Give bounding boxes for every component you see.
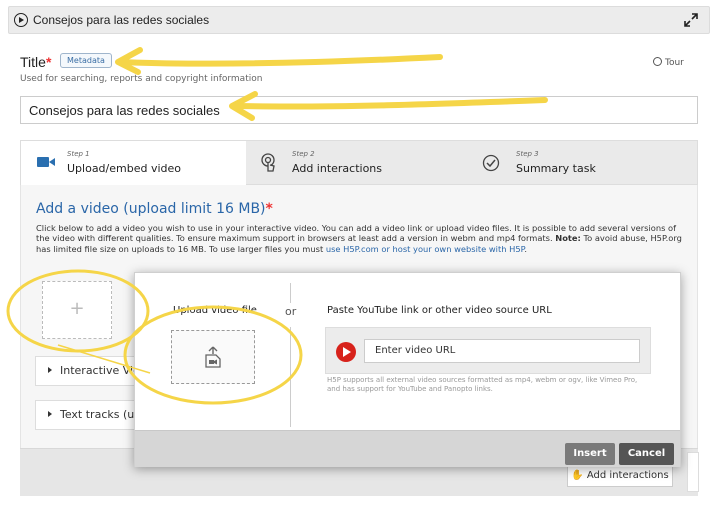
annotation-arrow-metadata — [119, 54, 443, 67]
play-circle-icon — [14, 13, 28, 27]
note-label: Note: — [555, 233, 581, 244]
dialog-footer: Insert Cancel — [135, 430, 680, 467]
tab-label: Upload/embed video — [67, 162, 182, 175]
add-video-heading-text: Add a video (upload limit 16 MB) — [36, 201, 266, 217]
title-input[interactable]: Consejos para las redes sociales — [20, 96, 698, 124]
or-label: or — [285, 305, 297, 318]
tour-icon — [653, 57, 662, 66]
tab-summary-task[interactable]: Step 3 Summary task — [472, 141, 699, 185]
video-url-container: Enter video URL — [325, 327, 651, 374]
add-video-dialog: Upload video file or Paste YouTube link … — [134, 272, 681, 467]
insert-button[interactable]: Insert — [565, 443, 615, 465]
upload-video-label: Upload video file — [173, 305, 257, 316]
paste-url-label: Paste YouTube link or other video source… — [327, 305, 552, 316]
tab-label: Add interactions — [292, 162, 383, 175]
video-camera-icon — [37, 157, 55, 167]
accordion-interactive-video[interactable]: Interactive Video — [35, 356, 150, 386]
note-end: . — [524, 243, 528, 254]
metadata-button[interactable]: Metadata — [60, 53, 112, 68]
add-interactions-button[interactable]: ✋ Add interactions — [567, 465, 673, 487]
h5p-com-link[interactable]: use H5P.com or host your own website wit… — [326, 244, 525, 254]
cancel-button[interactable]: Cancel — [619, 443, 674, 465]
tab-step-number: Step 1 — [67, 150, 90, 158]
tab-step-number: Step 2 — [292, 150, 315, 158]
add-interactions-label: Add interactions — [586, 470, 669, 481]
upload-video-file-button[interactable] — [171, 330, 255, 384]
fullscreen-icon[interactable] — [683, 12, 699, 28]
tab-step-number: Step 3 — [516, 150, 539, 158]
step-tabs: Step 1 Upload/embed video Step 2 Add int… — [20, 140, 699, 186]
tab-add-interactions[interactable]: Step 2 Add interactions — [246, 141, 472, 185]
required-mark: * — [45, 54, 52, 70]
annotation-arrowhead-metadata — [115, 47, 143, 75]
youtube-icon — [336, 342, 356, 362]
touch-icon: ✋ — [571, 470, 587, 481]
content-title: Consejos para las redes sociales — [33, 13, 210, 27]
check-circle-icon — [482, 154, 500, 172]
divider — [290, 327, 291, 427]
title-label-text: Title — [20, 54, 46, 70]
tab-label: Summary task — [516, 162, 596, 175]
divider — [290, 283, 291, 303]
panel-edge — [687, 452, 699, 492]
chevron-right-icon — [48, 367, 52, 373]
touch-icon — [261, 153, 275, 172]
title-label: Title* — [20, 54, 51, 70]
tour-link[interactable]: Tour — [653, 57, 684, 68]
add-video-description: Click below to add a video you wish to u… — [36, 223, 688, 254]
chevron-right-icon — [48, 411, 52, 417]
content-header: Consejos para las redes sociales — [8, 6, 710, 34]
tab-upload-embed-video[interactable]: Step 1 Upload/embed video — [21, 141, 246, 186]
required-mark: * — [265, 201, 273, 217]
accordion-text-tracks[interactable]: Text tracks (unsupported for YouTube vid… — [35, 400, 150, 430]
add-video-heading: Add a video (upload limit 16 MB)* — [36, 201, 273, 217]
tour-label: Tour — [665, 58, 684, 68]
add-video-button[interactable]: + — [42, 281, 112, 339]
video-url-input[interactable]: Enter video URL — [364, 339, 640, 363]
url-help-text: H5P supports all external video sources … — [327, 376, 638, 393]
title-description: Used for searching, reports and copyrigh… — [20, 74, 263, 84]
upload-file-icon — [205, 346, 221, 368]
